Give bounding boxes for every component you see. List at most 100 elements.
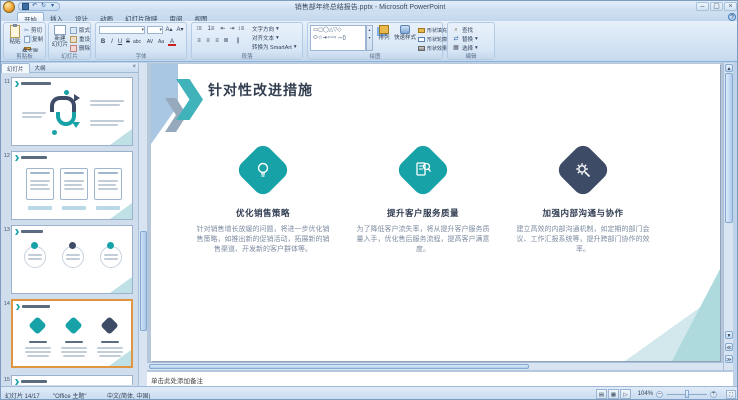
arrange-icon (379, 25, 389, 34)
zoom-in-button[interactable]: + (710, 391, 717, 398)
numbering-button[interactable]: 1≡ (207, 25, 215, 33)
scroll-down-icon[interactable]: ▼ (725, 331, 733, 339)
shapes-gallery-scrollbar[interactable]: ▴▾ (366, 25, 373, 51)
notes-pane[interactable]: 单击此处添加备注 (147, 370, 733, 386)
improvement-item-1[interactable]: 优化销售策略 针对销售增长放缓的问题，将进一步优化销售策略，如推出新的促销活动，… (193, 142, 333, 255)
decrease-indent-button[interactable]: ⇤ (219, 25, 227, 33)
close-button[interactable]: × (724, 2, 737, 11)
vertical-scrollbar-thumb[interactable] (725, 73, 733, 223)
next-slide-button[interactable]: ≫ (725, 355, 733, 363)
cut-button[interactable]: ✂ 剪切 (24, 26, 42, 34)
shapes-gallery[interactable]: ▭◻◯△▽◇ ⬭☆➔⇦⇨ ⌒{} (310, 25, 366, 51)
slide-sorter-view-button[interactable]: ▦ (608, 389, 619, 399)
bold-button[interactable]: B (99, 38, 107, 46)
status-bar: 幻灯片 14/17 "Office 主题" 中文(简体, 中国) ▤ ▦ ▷ 1… (1, 386, 738, 400)
slide-thumbnail-15[interactable] (11, 375, 133, 385)
change-case-button[interactable]: Aa (157, 38, 165, 46)
reset-button[interactable]: 重设 (70, 35, 90, 43)
tab-animation[interactable]: 动画 (94, 12, 119, 21)
font-name-combo[interactable] (99, 26, 145, 34)
previous-slide-button[interactable]: ≪ (725, 343, 733, 351)
slide-thumbnail-13[interactable] (11, 225, 133, 294)
slide-title[interactable]: 针对性改进措施 (208, 80, 313, 100)
group-clipboard: 粘贴 ✂ 剪切 复制 格式刷 剪贴板 (3, 22, 46, 60)
slides-panel-header: 幻灯片 大纲 × (1, 63, 138, 73)
delete-button[interactable]: 删除 (70, 44, 90, 52)
arrange-button[interactable]: 排列 (374, 25, 394, 53)
copy-button[interactable]: 复制 (24, 35, 43, 43)
minimize-button[interactable]: – (696, 2, 709, 11)
convert-smartart-button[interactable]: 转换为 SmartArt▾ (252, 43, 297, 51)
fit-to-window-button[interactable]: ⛶ (726, 390, 736, 399)
window-controls: – ▢ × (696, 2, 737, 11)
notes-placeholder[interactable]: 单击此处添加备注 (151, 375, 203, 385)
tab-design[interactable]: 设计 (69, 12, 94, 21)
panel-close-icon[interactable]: × (132, 64, 136, 70)
slide-thumbnail-11[interactable] (11, 77, 133, 146)
align-center-button[interactable]: ≡ (204, 37, 212, 45)
slide-thumbnail-12[interactable] (11, 151, 133, 220)
increase-indent-button[interactable]: ⇥ (228, 25, 236, 33)
tab-slides-thumbnails[interactable]: 幻灯片 (1, 63, 30, 73)
strikethrough-button[interactable]: S (124, 38, 132, 46)
scroll-up-icon[interactable]: ▲ (725, 64, 733, 72)
find-button[interactable]: ⌕ 查找 (452, 26, 473, 34)
item-2-badge (395, 142, 452, 199)
tab-review[interactable]: 审阅 (164, 12, 189, 21)
align-text-button[interactable]: 对齐文本▾ (252, 34, 279, 42)
zoom-out-button[interactable]: – (656, 391, 663, 398)
office-button[interactable] (3, 1, 15, 13)
slideshow-view-button[interactable]: ▷ (620, 389, 631, 399)
columns-button[interactable]: ∥ (234, 37, 242, 45)
font-color-button[interactable]: A (168, 38, 176, 46)
shrink-font-button[interactable]: A▾ (176, 26, 184, 34)
item-1-description: 针对销售增长放缓的问题，将进一步优化销售策略，如推出新的促销活动，拓展新的销售渠… (196, 225, 330, 255)
horizontal-scrollbar[interactable] (147, 362, 723, 370)
underline-button[interactable]: U (116, 38, 124, 46)
normal-view-button[interactable]: ▤ (596, 389, 607, 399)
quick-styles-button[interactable]: 快速样式 (394, 25, 416, 53)
zoom-slider-thumb[interactable] (685, 390, 689, 398)
text-direction-button[interactable]: 文字方向▾ (252, 25, 279, 33)
shape-fill-button[interactable]: 形状填充 (418, 26, 447, 34)
replace-button[interactable]: ⇄ 替换▾ (452, 35, 478, 43)
char-spacing-button[interactable]: AV (146, 38, 154, 46)
text-shadow-button[interactable]: abc (133, 38, 141, 46)
new-slide-button[interactable]: 新建 幻灯片 (49, 25, 71, 53)
shape-outline-button[interactable]: 形状轮廓 (418, 35, 447, 43)
horizontal-scrollbar-thumb[interactable] (149, 364, 529, 369)
italic-button[interactable]: I (108, 38, 116, 46)
font-size-combo[interactable] (147, 26, 163, 34)
vertical-scrollbar[interactable]: ▲ ▼ ≪ ≫ (723, 63, 733, 370)
justify-button[interactable]: ≣ (222, 37, 230, 45)
tab-outline[interactable]: 大纲 (30, 63, 51, 73)
grow-font-button[interactable]: A▴ (165, 26, 173, 34)
restore-button[interactable]: ▢ (710, 2, 723, 11)
bullets-button[interactable]: ⁝≡ (195, 25, 203, 33)
layout-icon (70, 27, 77, 34)
line-spacing-button[interactable]: ↕≡ (237, 25, 245, 33)
language-indicator[interactable]: 中文(简体, 中国) (107, 391, 150, 400)
tab-slideshow[interactable]: 幻灯片放映 (119, 12, 164, 21)
layout-button[interactable]: 版式 (70, 26, 90, 34)
slides-panel-scrollbar[interactable] (138, 63, 147, 386)
slide-thumbnail-14-selected[interactable] (11, 299, 133, 368)
zoom-level[interactable]: 104% (638, 391, 653, 397)
slides-panel-scrollbar-thumb[interactable] (140, 231, 147, 331)
tab-home[interactable]: 开始 (17, 12, 44, 21)
tab-insert[interactable]: 插入 (44, 12, 69, 21)
group-paragraph: ⁝≡ 1≡ ⇤ ⇥ ↕≡ ≡ ≡ ≡ ≣ ∥ 文字方向▾ 对齐文本▾ 转换为 S… (191, 22, 303, 60)
view-buttons: ▤ ▦ ▷ (596, 389, 631, 399)
improvement-item-2[interactable]: 提升客户服务质量 为了降低客户流失率，将从提升客户服务质量入手，优化售后服务流程… (353, 142, 493, 255)
tab-view[interactable]: 视图 (189, 12, 214, 21)
slide-canvas[interactable]: 针对性改进措施 优化销售策略 针对销售增长放缓的问题，将进一步优化销售策略，如推… (151, 64, 720, 361)
thumbnail-number: 15 (3, 377, 10, 383)
align-left-button[interactable]: ≡ (195, 37, 203, 45)
select-button[interactable]: ▦ 选择▾ (452, 44, 478, 52)
improvement-item-3[interactable]: 加强内部沟通与协作 建立高效的内部沟通机制，如定期的部门会议、工作汇报系统等，提… (513, 142, 653, 255)
align-right-button[interactable]: ≡ (213, 37, 221, 45)
group-label-slides: 幻灯片 (49, 52, 90, 59)
help-icon[interactable]: ? (728, 13, 736, 21)
shape-effects-button[interactable]: 形状效果 (418, 44, 447, 52)
group-label-clipboard: 剪贴板 (4, 52, 45, 59)
